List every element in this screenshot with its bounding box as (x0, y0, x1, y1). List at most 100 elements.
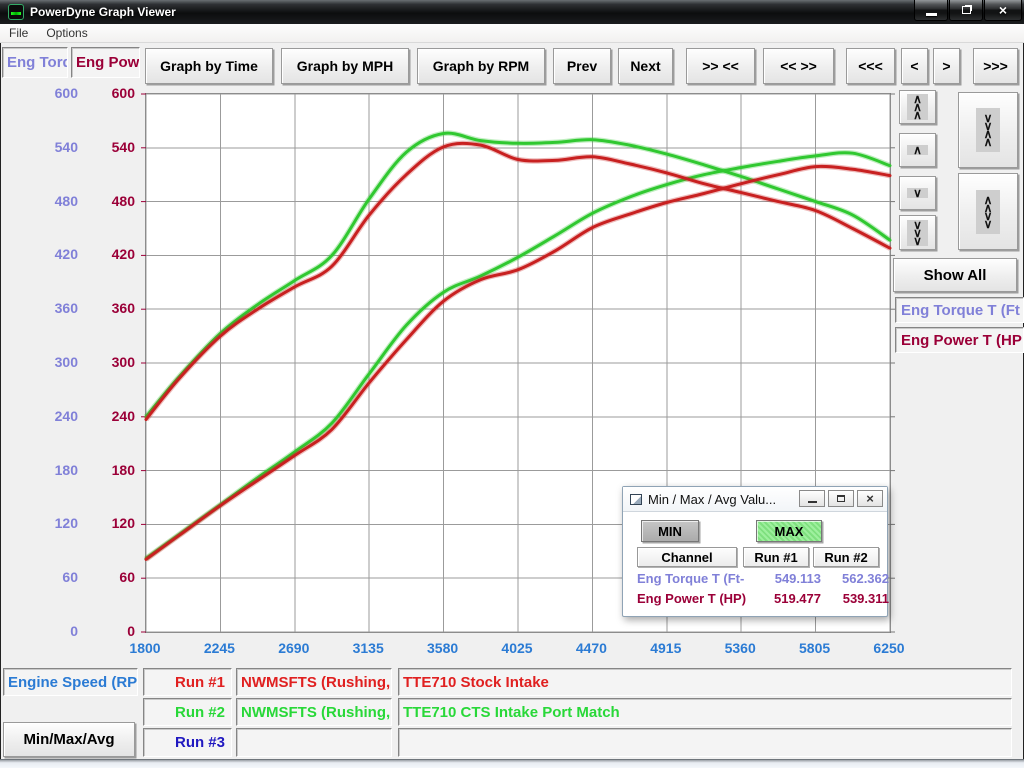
x-tick-label: 2690 (264, 640, 324, 656)
run2-file-field[interactable]: NWMSFTS (Rushing, (236, 698, 392, 726)
minmax-window[interactable]: Min / Max / Avg Valu... × MIN MAX Channe… (622, 486, 888, 617)
graph-by-rpm-button[interactable]: Graph by RPM (417, 48, 545, 84)
scroll-right-button[interactable]: > (933, 48, 960, 84)
spin-triple-up-button[interactable]: ∧∧∧ (899, 90, 936, 124)
y-tick-label-torque: 300 (18, 354, 78, 370)
table-row: Eng Torque T (Ft- 549.113 562.362 (637, 571, 881, 587)
scroll-far-right-button[interactable]: >>> (973, 48, 1018, 84)
y-tick-label-power: 240 (80, 408, 135, 424)
x-tick-label: 1800 (115, 640, 175, 656)
restore-icon (962, 6, 971, 14)
graph-by-time-button[interactable]: Graph by Time (145, 48, 273, 84)
y-tick-label-power: 420 (80, 246, 135, 262)
y-tick-label-power: 600 (80, 85, 135, 101)
y-tick-label-power: 540 (80, 139, 135, 155)
chevron-triple-up-icon: ∧∧∧ (907, 94, 928, 120)
y-tick-label-torque: 480 (18, 193, 78, 209)
graph-by-mph-button[interactable]: Graph by MPH (281, 48, 409, 84)
window-title: PowerDyne Graph Viewer (30, 5, 176, 19)
x-tick-label: 3580 (413, 640, 473, 656)
minmax-restore-button[interactable] (828, 490, 854, 507)
run2-label[interactable]: Run #2 (143, 698, 232, 726)
min-button[interactable]: MIN (641, 520, 699, 542)
x-tick-label: 6250 (859, 640, 919, 656)
channel-name: Eng Torque T (Ft- (637, 571, 749, 586)
minmax-title-bar[interactable]: Min / Max / Avg Valu... × (623, 487, 887, 512)
table-row: Eng Power T (HP) 519.477 539.311 (637, 591, 881, 607)
legend-power[interactable]: Eng Power T (HP (895, 327, 1024, 353)
minimize-button[interactable] (914, 0, 948, 21)
x-tick-label: 4025 (487, 640, 547, 656)
spin-down-button[interactable]: ∨ (899, 176, 936, 210)
y-tick-label-power: 60 (80, 569, 135, 585)
menu-item-options[interactable]: Options (37, 24, 96, 42)
chevrons-expand-vertical-icon: ∧∧∨∨ (976, 190, 1001, 234)
run1-file-field[interactable]: NWMSFTS (Rushing, (236, 668, 392, 696)
y-tick-label-torque: 240 (18, 408, 78, 424)
minmax-window-title: Min / Max / Avg Valu... (648, 492, 776, 507)
spin-up-button[interactable]: ∧ (899, 133, 936, 167)
zoom-out-button[interactable]: << >> (763, 48, 834, 84)
channel-name: Eng Power T (HP) (637, 591, 749, 606)
chevron-down-icon: ∨ (907, 188, 928, 198)
menu-item-file[interactable]: File (0, 24, 37, 42)
max-button[interactable]: MAX (756, 520, 822, 542)
run1-max-value: 519.477 (743, 591, 821, 606)
y-tick-label-torque: 120 (18, 515, 78, 531)
channel-button-power[interactable]: Eng Powe (71, 47, 140, 78)
chevron-up-icon: ∧ (907, 145, 928, 155)
expand-vertical-button[interactable]: ∧∧∨∨ (958, 173, 1018, 250)
spin-triple-down-button[interactable]: ∨∨∨ (899, 215, 936, 250)
scroll-far-left-button[interactable]: <<< (846, 48, 895, 84)
y-tick-label-power: 360 (80, 300, 135, 316)
y-tick-label-power: 120 (80, 515, 135, 531)
title-bar[interactable]: PowerDyne Graph Viewer × (0, 0, 1024, 24)
app-window: PowerDyne Graph Viewer × File Options En… (0, 0, 1024, 768)
x-tick-label: 5360 (710, 640, 770, 656)
run1-desc-field[interactable]: TTE710 Stock Intake (398, 668, 1012, 696)
run2-desc-field[interactable]: TTE710 CTS Intake Port Match (398, 698, 1012, 726)
scroll-left-button[interactable]: < (901, 48, 928, 84)
y-tick-label-torque: 180 (18, 462, 78, 478)
close-button[interactable]: × (984, 0, 1022, 21)
minmax-minimize-button[interactable] (799, 490, 825, 507)
collapse-vertical-button[interactable]: ∨∨∧∧ (958, 92, 1018, 168)
y-tick-label-power: 480 (80, 193, 135, 209)
minmax-window-icon (630, 494, 642, 505)
run2-max-value: 562.362 (813, 571, 889, 586)
chevrons-collapse-vertical-icon: ∨∨∧∧ (976, 108, 1001, 152)
show-all-button[interactable]: Show All (893, 258, 1017, 292)
x-tick-label: 4470 (561, 640, 621, 656)
run3-file-field[interactable] (236, 728, 392, 757)
menu-bar: File Options (0, 24, 1024, 43)
legend-torque[interactable]: Eng Torque T (Ft (895, 297, 1024, 323)
minmax-close-button[interactable]: × (857, 490, 883, 507)
y-tick-label-torque: 0 (18, 623, 78, 639)
y-tick-label-torque: 60 (18, 569, 78, 585)
chevron-triple-down-icon: ∨∨∨ (907, 220, 928, 246)
y-tick-label-power: 0 (80, 623, 135, 639)
x-axis-channel-button[interactable]: Engine Speed (RP (3, 668, 138, 696)
zoom-in-button[interactable]: >> << (686, 48, 755, 84)
run3-label[interactable]: Run #3 (143, 728, 232, 757)
column-header-channel[interactable]: Channel (637, 547, 737, 567)
x-tick-label: 5805 (785, 640, 845, 656)
minimize-icon (926, 13, 937, 16)
y-tick-label-torque: 540 (18, 139, 78, 155)
restore-button[interactable] (949, 0, 983, 21)
window-bottom-edge (0, 759, 1024, 768)
column-header-run1[interactable]: Run #1 (743, 547, 809, 567)
x-tick-label: 3135 (338, 640, 398, 656)
column-header-run2[interactable]: Run #2 (813, 547, 879, 567)
minmaxavg-button[interactable]: Min/Max/Avg (3, 722, 135, 757)
run1-label[interactable]: Run #1 (143, 668, 232, 696)
run3-desc-field[interactable] (398, 728, 1012, 757)
x-tick-label: 4915 (636, 640, 696, 656)
y-tick-label-power: 300 (80, 354, 135, 370)
prev-button[interactable]: Prev (553, 48, 611, 84)
next-button[interactable]: Next (618, 48, 673, 84)
channel-button-torque[interactable]: Eng Torq (2, 47, 68, 78)
y-tick-label-torque: 600 (18, 85, 78, 101)
minimize-icon (808, 501, 817, 503)
y-tick-label-torque: 360 (18, 300, 78, 316)
